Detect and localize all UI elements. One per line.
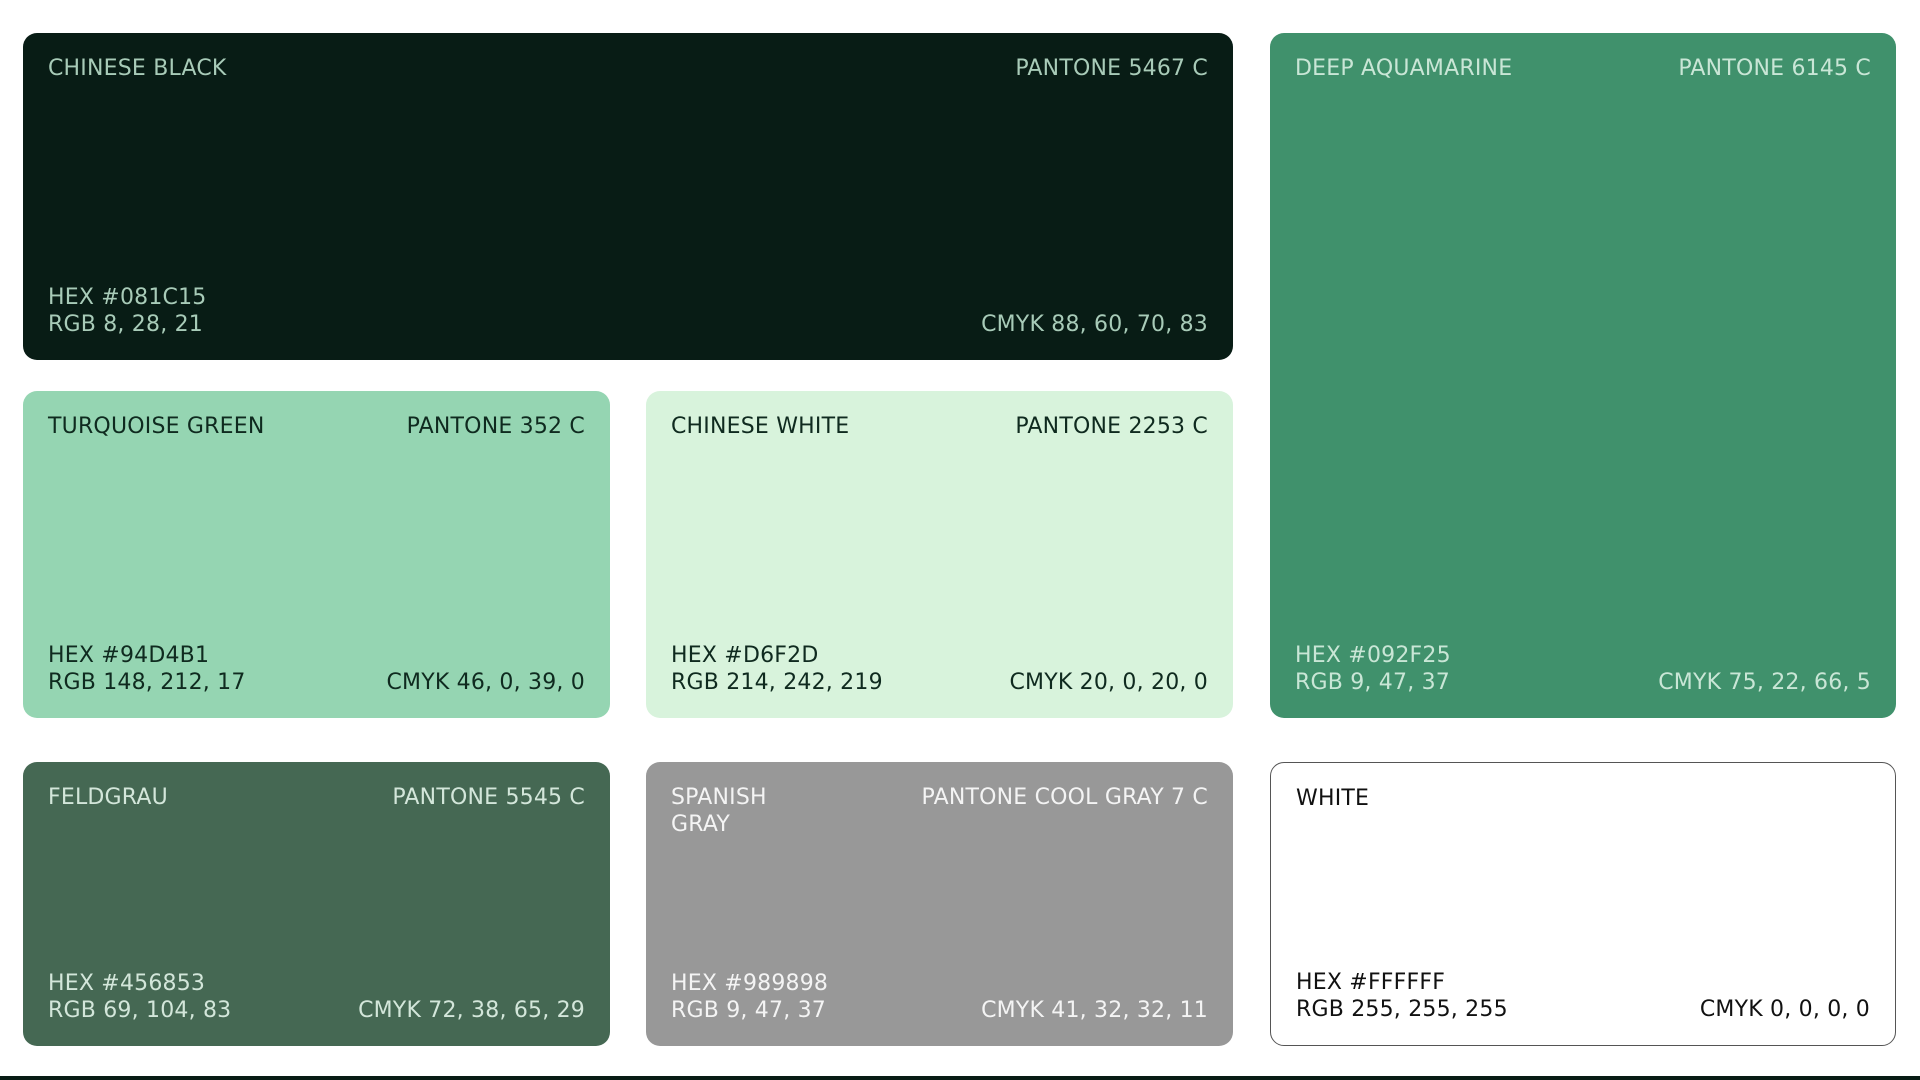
swatch-rgb: RGB 9, 47, 37 (1295, 670, 1450, 695)
swatch-hex: HEX #94D4B1 (48, 643, 210, 668)
swatch-hex-rgb: HEX #989898 RGB 9, 47, 37 (671, 970, 828, 1024)
swatch-cmyk: CMYK 75, 22, 66, 5 (1658, 670, 1871, 695)
swatch-rgb: RGB 8, 28, 21 (48, 312, 203, 337)
swatch-hex-rgb: HEX #081C15 RGB 8, 28, 21 (48, 284, 207, 338)
swatch-hex-rgb: HEX #D6F2D RGB 214, 242, 219 (671, 642, 883, 696)
swatch-pantone: PANTONE COOL GRAY 7 C (921, 785, 1208, 810)
swatch-name: WHITE (1296, 786, 1370, 811)
swatch-pantone: PANTONE 352 C (406, 414, 585, 439)
swatch-hex: HEX #989898 (671, 971, 829, 996)
swatch-cmyk: CMYK 88, 60, 70, 83 (981, 312, 1208, 337)
swatch-pantone: PANTONE 2253 C (1015, 414, 1208, 439)
swatch-turquoise-green: TURQUOISE GREEN PANTONE 352 C HEX #94D4B… (23, 391, 610, 718)
swatch-hex-rgb: HEX #456853 RGB 69, 104, 83 (48, 970, 231, 1024)
swatch-pantone: PANTONE 6145 C (1678, 56, 1871, 81)
swatch-deep-aquamarine: DEEP AQUAMARINE PANTONE 6145 C HEX #092F… (1270, 33, 1896, 718)
swatch-hex: HEX #D6F2D (671, 643, 819, 668)
swatch-white: WHITE HEX #FFFFFF RGB 255, 255, 255 CMYK… (1270, 762, 1896, 1046)
swatch-hex-rgb: HEX #94D4B1 RGB 148, 212, 17 (48, 642, 246, 696)
swatch-rgb: RGB 148, 212, 17 (48, 670, 246, 695)
swatch-name: FELDGRAU (48, 785, 168, 810)
swatch-hex: HEX #092F25 (1295, 643, 1451, 668)
swatch-hex: HEX #FFFFFF (1296, 970, 1446, 995)
swatch-pantone: PANTONE 5545 C (392, 785, 585, 810)
swatch-feldgrau: FELDGRAU PANTONE 5545 C HEX #456853 RGB … (23, 762, 610, 1046)
swatch-rgb: RGB 255, 255, 255 (1296, 997, 1508, 1022)
swatch-rgb: RGB 69, 104, 83 (48, 998, 232, 1023)
swatch-name: TURQUOISE GREEN (48, 414, 265, 439)
swatch-rgb: RGB 9, 47, 37 (671, 998, 826, 1023)
swatch-cmyk: CMYK 41, 32, 32, 11 (981, 998, 1208, 1023)
swatch-cmyk: CMYK 46, 0, 39, 0 (386, 670, 585, 695)
swatch-name: CHINESE WHITE (671, 414, 850, 439)
swatch-name: DEEP AQUAMARINE (1295, 56, 1513, 81)
swatch-cmyk: CMYK 0, 0, 0, 0 (1699, 997, 1870, 1022)
swatch-chinese-white: CHINESE WHITE PANTONE 2253 C HEX #D6F2D … (646, 391, 1233, 718)
page-bottom-border (0, 1076, 1920, 1080)
swatch-cmyk: CMYK 72, 38, 65, 29 (358, 998, 585, 1023)
swatch-cmyk: CMYK 20, 0, 20, 0 (1009, 670, 1208, 695)
swatch-hex-rgb: HEX #092F25 RGB 9, 47, 37 (1295, 642, 1451, 696)
swatch-pantone: PANTONE 5467 C (1015, 56, 1208, 81)
swatch-name: CHINESE BLACK (48, 56, 227, 81)
swatch-hex: HEX #081C15 (48, 285, 207, 310)
swatch-spanish-gray: SPANISH GRAY PANTONE COOL GRAY 7 C HEX #… (646, 762, 1233, 1046)
swatch-chinese-black: CHINESE BLACK PANTONE 5467 C HEX #081C15… (23, 33, 1233, 360)
swatch-hex-rgb: HEX #FFFFFF RGB 255, 255, 255 (1296, 969, 1508, 1023)
swatch-hex: HEX #456853 (48, 971, 206, 996)
swatch-rgb: RGB 214, 242, 219 (671, 670, 883, 695)
swatch-name: SPANISH GRAY (671, 785, 767, 837)
